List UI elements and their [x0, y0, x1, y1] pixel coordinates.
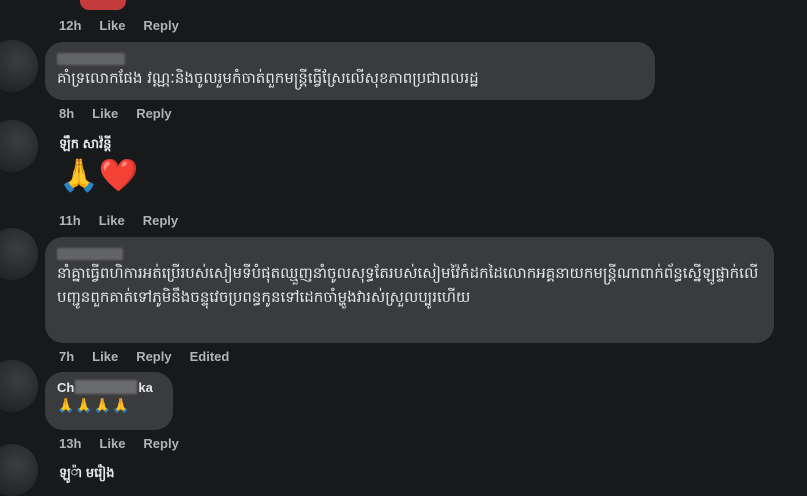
comment-bubble: គាំទ្រលោកផែង វណ្ណៈនិងចូលរួមកំចាត់ពួកមន្ត… — [45, 42, 655, 100]
comment-bubble: នាំគ្នាធ្វើពហិការអត់ប្រើរបស់សៀមទីបំផុតឈ្… — [45, 237, 774, 343]
comment-bubble: Ch ka 🙏🙏🙏🙏 — [45, 372, 173, 430]
comment-author[interactable]: ឡឹក សាវ៉ន្តី — [59, 136, 219, 155]
avatar[interactable] — [0, 40, 38, 92]
comment-timestamp[interactable]: 12h — [59, 18, 81, 33]
comment-author-redacted[interactable] — [57, 245, 762, 261]
comment-author[interactable]: ឡូ៉ា មរ៉ៀង — [59, 465, 259, 484]
avatar[interactable] — [0, 228, 38, 280]
comment-timestamp[interactable]: 13h — [59, 436, 81, 451]
comment-bubble: ឡឹក សាវ៉ន្តី 🙏❤️ — [59, 136, 219, 195]
avatar[interactable] — [0, 444, 38, 496]
like-button[interactable]: Like — [99, 18, 125, 33]
like-button[interactable]: Like — [99, 213, 125, 228]
comment-author[interactable]: Ch ka — [57, 380, 161, 395]
avatar[interactable] — [0, 120, 38, 172]
comment-timestamp[interactable]: 8h — [59, 106, 74, 121]
comment-actions: 12h Like Reply — [59, 18, 179, 33]
reply-button[interactable]: Reply — [136, 349, 171, 364]
author-suffix: ka — [138, 380, 153, 395]
edited-label[interactable]: Edited — [190, 349, 230, 364]
reply-button[interactable]: Reply — [136, 106, 171, 121]
comment-actions: 7h Like Reply Edited — [59, 349, 229, 364]
comment-timestamp[interactable]: 11h — [59, 213, 81, 228]
comment-bubble: ឡូ៉ា មរ៉ៀង — [59, 465, 259, 484]
comment-actions: 11h Like Reply — [59, 213, 178, 228]
comment-timestamp[interactable]: 7h — [59, 349, 74, 364]
author-redaction — [75, 380, 138, 394]
reply-button[interactable]: Reply — [143, 18, 178, 33]
comment-actions: 8h Like Reply — [59, 106, 172, 121]
comment-text: គាំទ្រលោកផែង វណ្ណៈនិងចូលរួមកំចាត់ពួកមន្ត… — [57, 69, 479, 87]
comment-actions: 13h Like Reply — [59, 436, 179, 451]
reaction-badge[interactable] — [78, 0, 128, 12]
author-prefix: Ch — [57, 380, 75, 395]
comment-emoji: 🙏🙏🙏🙏 — [57, 398, 131, 414]
like-button[interactable]: Like — [92, 349, 118, 364]
reply-button[interactable]: Reply — [143, 436, 178, 451]
comments-thread: 12h Like Reply គាំទ្រលោកផែង វណ្ណៈនិងចូលរ… — [0, 0, 807, 496]
reply-button[interactable]: Reply — [143, 213, 178, 228]
comment-text: នាំគ្នាធ្វើពហិការអត់ប្រើរបស់សៀមទីបំផុតឈ្… — [57, 264, 759, 306]
like-button[interactable]: Like — [92, 106, 118, 121]
like-button[interactable]: Like — [99, 436, 125, 451]
comment-author-redacted[interactable] — [57, 50, 643, 66]
avatar[interactable] — [0, 360, 38, 412]
comment-emoji: 🙏❤️ — [59, 156, 139, 194]
